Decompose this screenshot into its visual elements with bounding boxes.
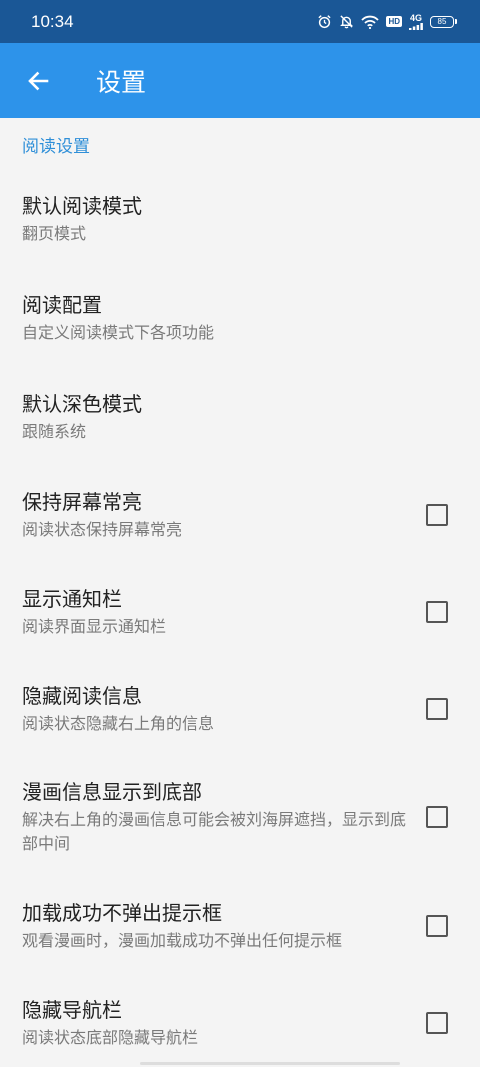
setting-comic-info-bottom[interactable]: 漫画信息显示到底部 解决右上角的漫画信息可能会被刘海屏遮挡，显示到底部中间 — [0, 757, 480, 877]
alarm-icon — [318, 15, 332, 29]
comic-info-bottom-checkbox[interactable] — [426, 806, 448, 828]
show-notification-bar-checkbox[interactable] — [426, 601, 448, 623]
setting-summary: 跟随系统 — [22, 421, 87, 441]
setting-summary: 翻页模式 — [22, 224, 87, 243]
setting-hide-navigation-bar[interactable]: 隐藏导航栏 阅读状态底部隐藏导航栏 — [0, 975, 480, 1067]
cellular-indicator: 4G — [409, 12, 423, 30]
back-button[interactable] — [0, 43, 76, 118]
setting-summary: 阅读状态保持屏幕常亮 — [22, 520, 183, 539]
wifi-icon — [361, 15, 380, 29]
setting-title: 加载成功不弹出提示框 — [22, 901, 222, 925]
status-icons: HD 4G 85 — [317, 12, 457, 30]
hd-badge: HD — [386, 16, 402, 27]
setting-title: 隐藏导航栏 — [22, 998, 122, 1022]
setting-show-notification-bar[interactable]: 显示通知栏 阅读界面显示通知栏 — [0, 564, 480, 660]
signal-icon — [409, 22, 423, 30]
setting-keep-screen-on[interactable]: 保持屏幕常亮 阅读状态保持屏幕常亮 — [0, 466, 480, 564]
page-title: 设置 — [96, 67, 147, 97]
status-time: 10:34 — [31, 11, 74, 31]
app-bar: 设置 — [0, 43, 480, 118]
setting-summary: 观看漫画时，漫画加载成功不弹出任何提示框 — [22, 931, 343, 950]
section-header-reading: 阅读设置 — [22, 136, 90, 157]
setting-title: 保持屏幕常亮 — [22, 490, 142, 514]
setting-title: 漫画信息显示到底部 — [22, 780, 202, 804]
mute-bell-icon — [340, 15, 354, 29]
settings-list: 阅读设置 默认阅读模式 翻页模式 阅读配置 自定义阅读模式下各项功能 默认深色模… — [0, 118, 480, 1067]
setting-summary: 阅读状态隐藏右上角的信息 — [22, 713, 215, 733]
setting-summary: 阅读状态底部隐藏导航栏 — [22, 1028, 199, 1047]
status-bar: 10:34 HD 4G 85 — [0, 0, 480, 43]
network-type: 4G — [409, 12, 422, 23]
hide-navigation-bar-checkbox[interactable] — [426, 1012, 448, 1034]
setting-title: 隐藏阅读信息 — [22, 683, 142, 708]
no-load-toast-checkbox[interactable] — [426, 915, 448, 937]
setting-summary: 解决右上角的漫画信息可能会被刘海屏遮挡，显示到底部中间 — [22, 810, 407, 853]
setting-title: 默认深色模式 — [22, 391, 142, 416]
setting-title: 阅读配置 — [22, 292, 102, 317]
hide-reading-info-checkbox[interactable] — [426, 697, 448, 720]
setting-summary: 阅读界面显示通知栏 — [22, 617, 167, 636]
gesture-nav-bar[interactable] — [140, 1062, 400, 1065]
arrow-left-icon — [28, 71, 49, 90]
battery-icon: 85 — [430, 15, 457, 28]
setting-hide-reading-info[interactable]: 隐藏阅读信息 阅读状态隐藏右上角的信息 — [0, 660, 480, 757]
setting-reading-config[interactable]: 阅读配置 自定义阅读模式下各项功能 — [0, 268, 480, 367]
setting-summary: 自定义阅读模式下各项功能 — [22, 322, 215, 342]
setting-title: 默认阅读模式 — [22, 194, 142, 218]
setting-title: 显示通知栏 — [22, 587, 122, 611]
setting-no-load-toast[interactable]: 加载成功不弹出提示框 观看漫画时，漫画加载成功不弹出任何提示框 — [0, 877, 480, 975]
setting-default-dark-mode[interactable]: 默认深色模式 跟随系统 — [0, 367, 480, 466]
keep-screen-on-checkbox[interactable] — [426, 504, 448, 526]
setting-default-reading-mode[interactable]: 默认阅读模式 翻页模式 — [0, 170, 480, 268]
